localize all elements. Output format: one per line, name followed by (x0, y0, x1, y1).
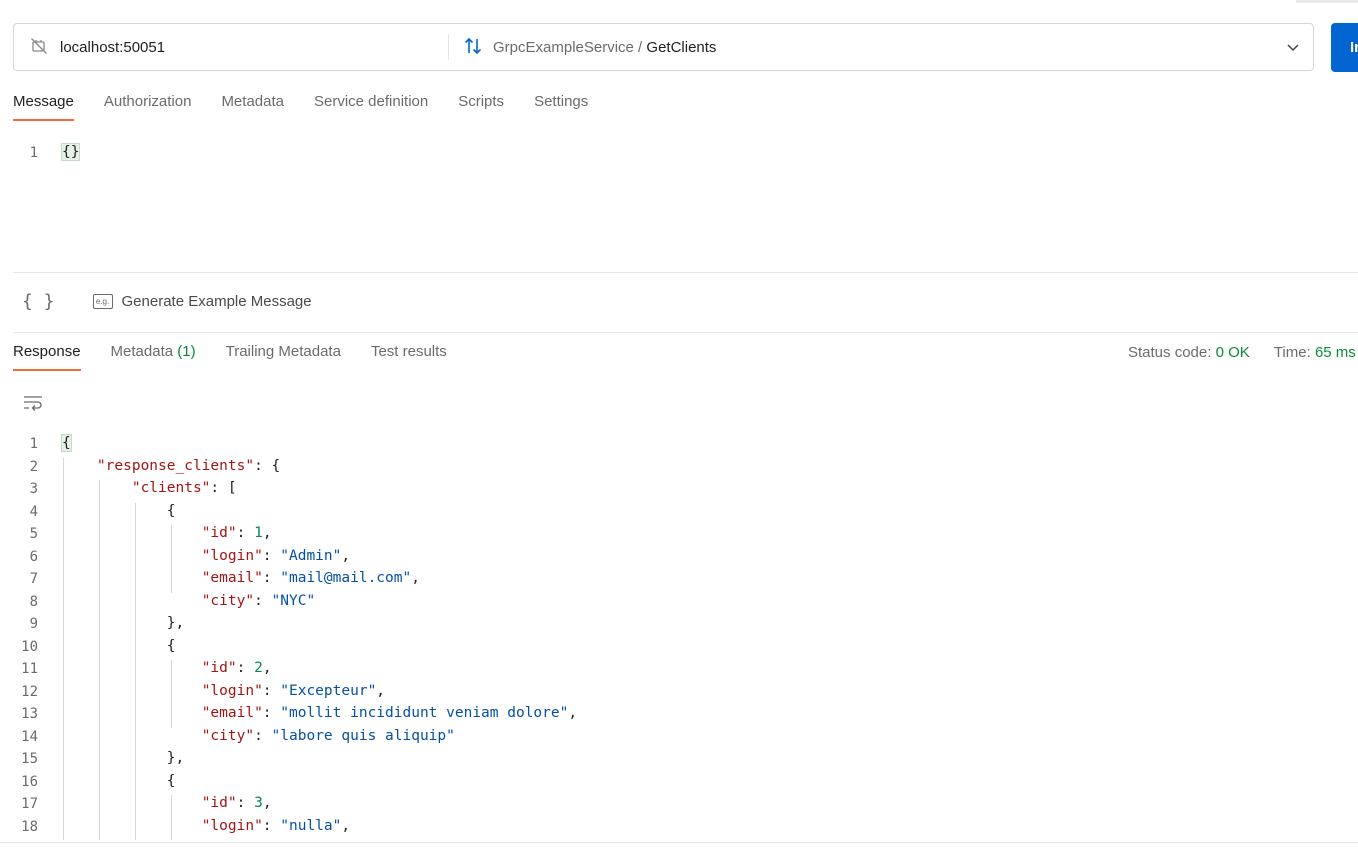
method-path: GrpcExampleService / GetClients (493, 39, 716, 56)
line-number: 9 (29, 616, 38, 632)
line-number: 11 (21, 661, 38, 677)
tab-settings[interactable]: Settings (534, 93, 588, 119)
line-number: 10 (21, 638, 38, 655)
line-number: 2 (29, 458, 38, 475)
tab-test-results[interactable]: Test results (371, 343, 447, 369)
tab-label: Metadata (110, 343, 174, 360)
time-label: Time: (1273, 344, 1311, 361)
time-value: 65 ms (1314, 344, 1356, 361)
line-number: 14 (21, 728, 38, 745)
message-toolbar: { } e.g. Generate Example Message (22, 291, 312, 312)
status-code-value: 0 OK (1215, 344, 1250, 361)
generate-example-button[interactable]: Generate Example Message (122, 293, 312, 310)
status-code-label: Status code: (1128, 344, 1212, 361)
response-code-line: "id": 2, (201, 660, 272, 676)
wrap-lines-icon[interactable] (23, 394, 43, 415)
line-number: 16 (21, 773, 38, 790)
response-code-line: }, (166, 615, 185, 631)
response-code-line: "email": "mollit incididunt veniam dolor… (201, 705, 578, 721)
response-code-line: "login": "Excepteur", (201, 682, 386, 699)
line-number: 15 (21, 751, 38, 767)
response-code-line: "clients": [ (131, 480, 237, 496)
message-body[interactable]: {} (60, 143, 81, 161)
indent-guide (63, 457, 64, 840)
method-name: GetClients (646, 38, 717, 56)
response-code-line: "response_clients": { (96, 457, 281, 474)
braces-icon[interactable]: { } (22, 291, 55, 312)
response-code-line: "id": 3, (201, 795, 272, 811)
chevron-down-icon[interactable] (1273, 40, 1313, 54)
indent-guide (99, 480, 100, 840)
line-number: 17 (21, 796, 38, 812)
top-edge (1296, 0, 1358, 3)
tab-response-metadata[interactable]: Metadata (1) (111, 343, 196, 369)
line-number: 13 (21, 706, 38, 722)
response-code-line: "email": "mail@mail.com", (201, 570, 420, 586)
line-number: 8 (29, 593, 38, 610)
divider (13, 332, 1358, 333)
response-code-line: { (166, 637, 176, 654)
line-number: 18 (21, 818, 38, 835)
path-separator: / (633, 38, 647, 56)
server-url-field[interactable]: localhost:50051 (14, 24, 448, 70)
indent-guide (171, 660, 172, 728)
line-number: 4 (29, 503, 38, 520)
line-number: 3 (29, 481, 38, 497)
line-number: 6 (29, 548, 38, 565)
tab-trailing-metadata[interactable]: Trailing Metadata (226, 343, 341, 369)
response-code-line: { (166, 502, 176, 519)
indent-guide (171, 795, 172, 840)
line-number: 12 (21, 683, 38, 700)
response-code-line: { (61, 434, 72, 452)
invoke-button[interactable]: Invoke (1331, 23, 1358, 72)
response-code-line: "city": "labore quis aliquip" (201, 727, 455, 744)
metadata-count: (1) (177, 343, 196, 360)
indent-guide (135, 502, 136, 840)
connection-off-icon (30, 37, 48, 58)
response-code-line: "login": "Admin", (201, 547, 351, 564)
indent-guide (171, 525, 172, 593)
server-url[interactable]: localhost:50051 (60, 39, 165, 56)
response-code-line: }, (166, 750, 185, 766)
request-tabs: Message Authorization Metadata Service d… (13, 93, 618, 121)
response-tabs: Response Metadata (1) Trailing Metadata … (13, 343, 477, 371)
divider (0, 842, 1358, 843)
divider (13, 272, 1358, 273)
message-code-line[interactable]: {} (60, 143, 81, 161)
response-status: Status code: 0 OK Time: 65 ms (1128, 344, 1356, 361)
line-number: 1 (29, 436, 38, 452)
tab-response[interactable]: Response (13, 343, 81, 371)
line-number: 5 (29, 526, 38, 542)
line-number: 7 (29, 571, 38, 587)
tab-scripts[interactable]: Scripts (458, 93, 504, 119)
response-code-line: "login": "nulla", (201, 817, 351, 834)
request-bar: localhost:50051 GrpcExampleService / Get… (13, 23, 1314, 71)
response-code-line: "id": 1, (201, 525, 272, 541)
tab-message[interactable]: Message (13, 93, 74, 121)
tab-authorization[interactable]: Authorization (104, 93, 192, 119)
line-number: 1 (29, 145, 38, 161)
example-icon: e.g. (92, 294, 113, 309)
grpc-arrows-icon (463, 36, 483, 59)
service-name: GrpcExampleService (493, 38, 634, 56)
tab-service-definition[interactable]: Service definition (314, 93, 428, 119)
method-selector[interactable]: GrpcExampleService / GetClients (449, 36, 1273, 59)
response-code-line: { (166, 772, 176, 789)
tab-metadata[interactable]: Metadata (221, 93, 284, 119)
